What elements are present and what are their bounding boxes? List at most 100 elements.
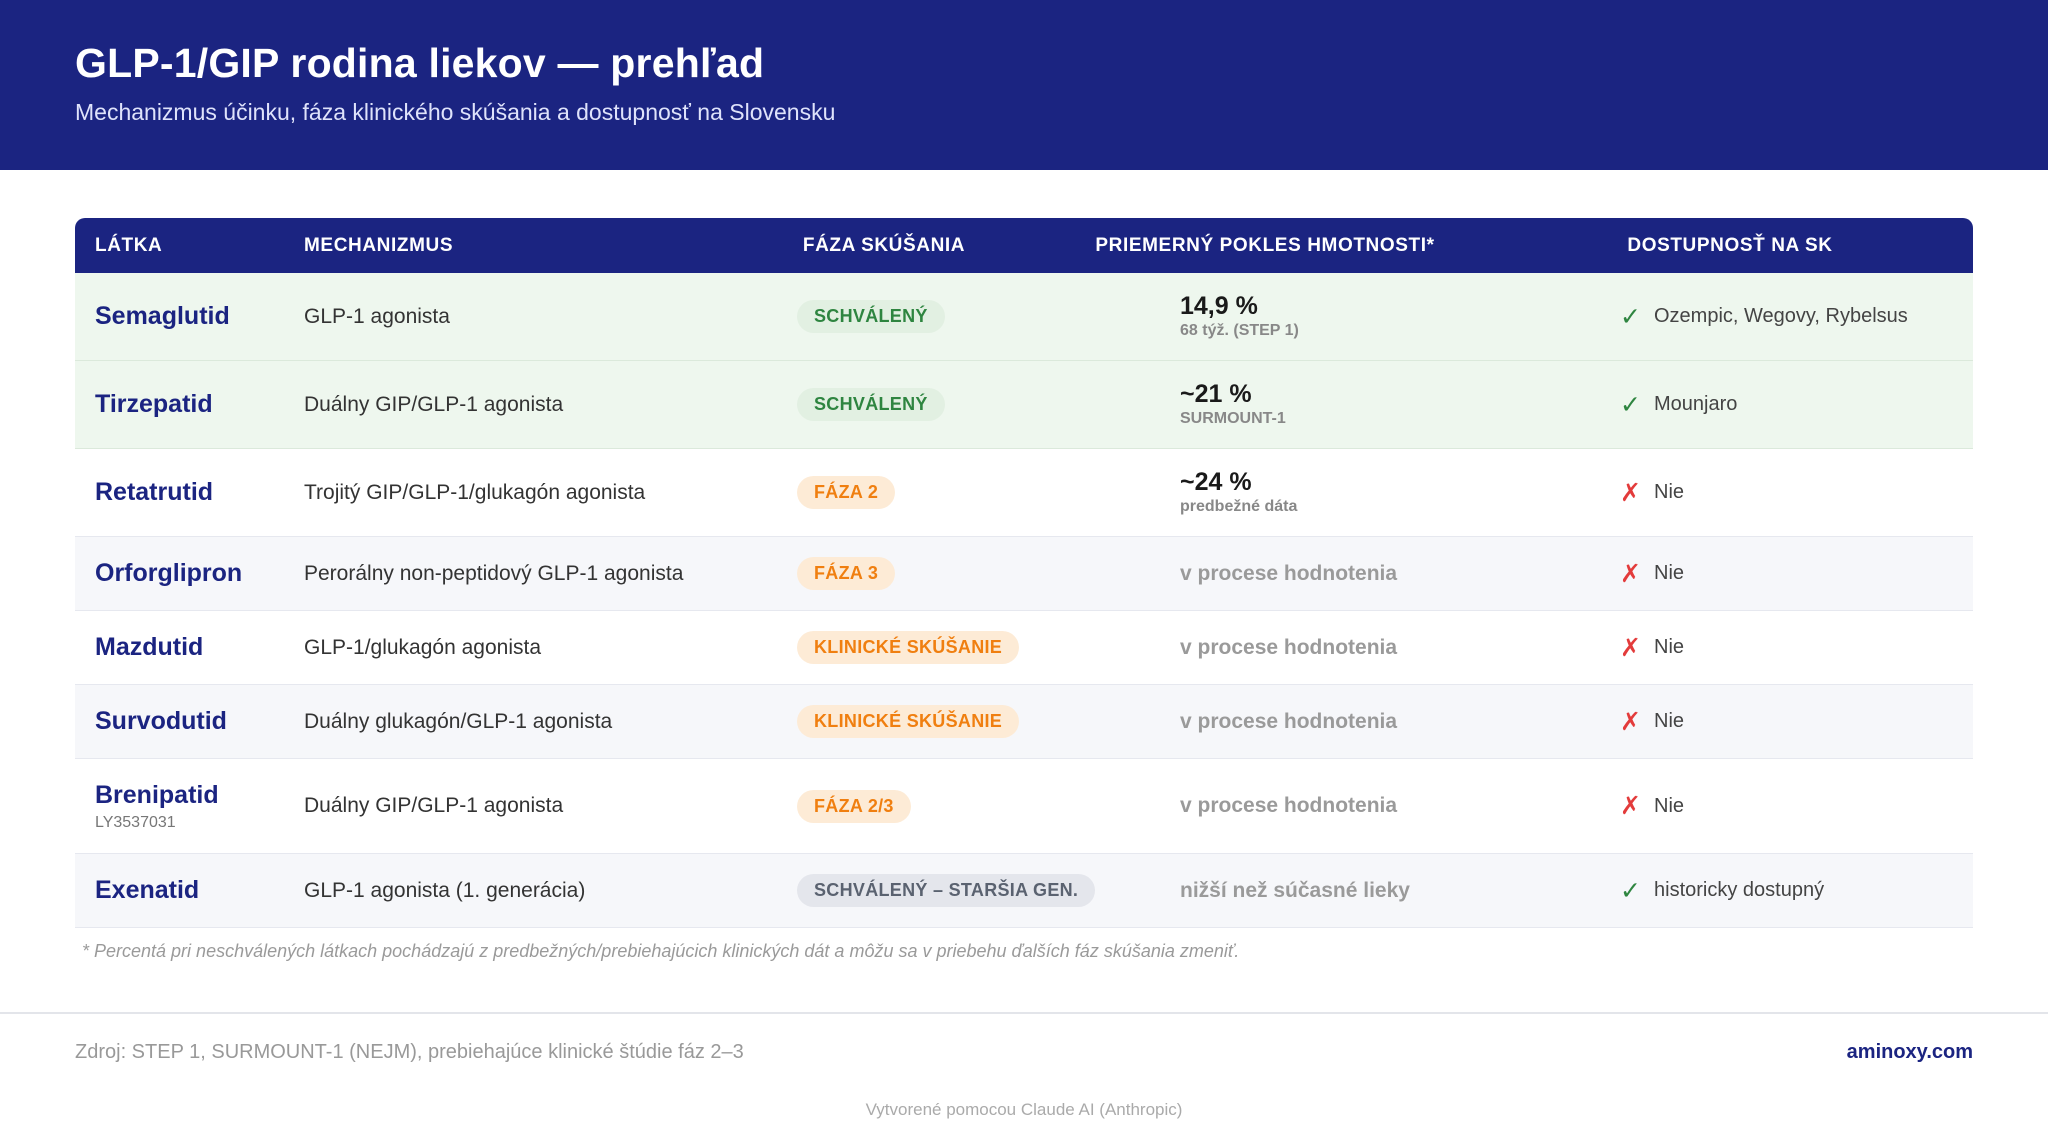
availability-cell: ✓ Ozempic, Wegovy, Rybelsus — [1620, 273, 1908, 360]
phase-badge: KLINICKÉ SKÚŠANIE — [797, 631, 1020, 664]
table-row: Semaglutid GLP-1 agonista SCHVÁLENÝ 14,9 % 6… — [75, 273, 1973, 361]
footer-divider — [0, 1012, 2048, 1014]
phase-badge: KLINICKÉ SKÚŠANIE — [797, 705, 1020, 738]
check-icon: ✓ — [1620, 302, 1641, 331]
cross-icon: ✗ — [1620, 633, 1641, 662]
check-icon: ✓ — [1620, 390, 1641, 419]
weight-loss-status: v procese hodnotenia — [1180, 635, 1398, 659]
substance-name: Survodutid — [95, 707, 227, 735]
substance-cell: Brenipatid LY3537031 — [95, 759, 219, 853]
footnote: * Percentá pri neschválených látkach poc… — [82, 941, 1240, 961]
phase-cell: FÁZA 3 — [797, 537, 896, 610]
substance-name: Retatrutid — [95, 478, 214, 506]
weight-loss-value: 14,9 % — [1180, 291, 1258, 320]
phase-badge: SCHVÁLENÝ — [797, 300, 945, 333]
mechanism-text: Duálny GIP/GLP-1 agonista — [304, 392, 564, 416]
cross-icon: ✗ — [1620, 707, 1641, 736]
availability-text: Mounjaro — [1654, 393, 1738, 415]
availability-text: historicky dostupný — [1654, 879, 1825, 901]
table-row: Mazdutid GLP-1/glukagón agonista KLINICKÉ … — [75, 611, 1973, 685]
availability-text: Nie — [1654, 710, 1685, 732]
mechanism-cell: Duálny glukagón/GLP-1 agonista — [304, 685, 612, 758]
column-header-mechanism: MECHANIZMUS — [304, 235, 454, 256]
phase-badge: SCHVÁLENÝ – STARŠIA GEN. — [797, 874, 1096, 907]
availability-cell: ✗ Nie — [1620, 685, 1684, 758]
table-row: Exenatid GLP-1 agonista (1. generácia) SCH… — [75, 854, 1973, 928]
column-header-availability: DOSTUPNOSŤ NA SK — [1627, 235, 1833, 256]
weight-loss-cell: v procese hodnotenia — [1180, 685, 1397, 758]
mechanism-text: Duálny GIP/GLP-1 agonista — [304, 794, 564, 817]
weight-loss-cell: ~24 % predbežné dáta — [1180, 449, 1297, 536]
substance-cell: Survodutid — [95, 685, 227, 758]
mechanism-cell: GLP-1/glukagón agonista — [304, 611, 541, 684]
substance-name: Brenipatid — [95, 780, 219, 809]
availability-cell: ✓ Mounjaro — [1620, 361, 1737, 448]
substance-cell: Retatrutid — [95, 449, 213, 536]
page-subtitle: Mechanizmus účinku, fáza klinického skúš… — [75, 99, 836, 125]
cross-icon: ✗ — [1620, 559, 1641, 588]
availability-text: Nie — [1654, 794, 1685, 817]
phase-cell: SCHVÁLENÝ — [797, 273, 945, 360]
mechanism-cell: GLP-1 agonista — [304, 273, 450, 360]
table-row: Tirzepatid Duálny GIP/GLP-1 agonista SCHVÁ… — [75, 361, 1973, 449]
availability-text: Ozempic, Wegovy, Rybelsus — [1654, 305, 1908, 327]
phase-cell: SCHVÁLENÝ – STARŠIA GEN. — [797, 854, 1096, 927]
table-row: Brenipatid LY3537031 Duálny GIP/GLP-1 agon… — [75, 759, 1973, 854]
cross-icon: ✗ — [1620, 792, 1641, 820]
mechanism-text: GLP-1 agonista (1. generácia) — [304, 878, 586, 902]
table-row: Orforglipron Perorálny non-peptidový GLP-… — [75, 537, 1973, 611]
substance-cell: Exenatid — [95, 854, 199, 927]
substance-cell: Orforglipron — [95, 537, 242, 610]
page-header: GLP-1/GIP rodina liekov — prehľad Mechan… — [0, 0, 2048, 170]
weight-loss-note: SURMOUNT-1 — [1180, 410, 1286, 428]
column-header-substance: LÁTKA — [95, 235, 163, 256]
weight-loss-note: 68 týž. (STEP 1) — [1180, 322, 1299, 340]
availability-cell: ✗ Nie — [1620, 537, 1684, 610]
weight-loss-cell: v procese hodnotenia — [1180, 537, 1397, 610]
weight-loss-status: nižší než súčasné lieky — [1180, 878, 1410, 902]
mechanism-cell: Duálny GIP/GLP-1 agonista — [304, 759, 563, 853]
weight-loss-status: v procese hodnotenia — [1180, 709, 1398, 733]
availability-cell: ✗ Nie — [1620, 611, 1684, 684]
availability-cell: ✗ Nie — [1620, 759, 1684, 853]
table-body: Semaglutid GLP-1 agonista SCHVÁLENÝ 14,9 % 6… — [75, 273, 1973, 928]
weight-loss-cell: 14,9 % 68 týž. (STEP 1) — [1180, 273, 1299, 360]
table-row: Retatrutid Trojitý GIP/GLP-1/glukagón ago… — [75, 449, 1973, 537]
mechanism-text: GLP-1 agonista — [304, 304, 450, 328]
phase-badge: SCHVÁLENÝ — [797, 388, 945, 421]
phase-badge: FÁZA 3 — [797, 557, 896, 590]
phase-cell: FÁZA 2 — [797, 449, 896, 536]
availability-cell: ✗ Nie — [1620, 449, 1684, 536]
weight-loss-cell: v procese hodnotenia — [1180, 611, 1397, 684]
weight-loss-status: v procese hodnotenia — [1180, 561, 1398, 585]
substance-name: Mazdutid — [95, 633, 204, 661]
weight-loss-value: ~21 % — [1180, 379, 1252, 408]
cross-icon: ✗ — [1620, 478, 1641, 507]
availability-text: Nie — [1654, 481, 1685, 503]
availability-text: Nie — [1654, 636, 1685, 658]
weight-loss-cell: v procese hodnotenia — [1180, 759, 1397, 853]
substance-name: Orforglipron — [95, 559, 243, 587]
mechanism-text: Perorálny non-peptidový GLP-1 agonista — [304, 561, 684, 585]
weight-loss-cell: nižší než súčasné lieky — [1180, 854, 1410, 927]
availability-cell: ✓ historicky dostupný — [1620, 854, 1824, 927]
mechanism-cell: GLP-1 agonista (1. generácia) — [304, 854, 585, 927]
mechanism-cell: Trojitý GIP/GLP-1/glukagón agonista — [304, 449, 645, 536]
mechanism-cell: Duálny GIP/GLP-1 agonista — [304, 361, 563, 448]
mechanism-cell: Perorálny non-peptidový GLP-1 agonista — [304, 537, 683, 610]
phase-cell: SCHVÁLENÝ — [797, 361, 945, 448]
check-icon: ✓ — [1620, 876, 1641, 905]
site-link[interactable]: aminoxy.com — [1847, 1041, 1973, 1064]
substance-name: Exenatid — [95, 876, 200, 904]
substance-code: LY3537031 — [95, 813, 176, 831]
substance-cell: Tirzepatid — [95, 361, 213, 448]
phase-badge: FÁZA 2 — [797, 476, 896, 509]
substance-cell: Semaglutid — [95, 273, 230, 360]
column-header-phase: FÁZA SKÚŠANIA — [802, 235, 966, 256]
availability-text: Nie — [1654, 562, 1685, 584]
phase-cell: KLINICKÉ SKÚŠANIE — [797, 685, 1020, 758]
substance-name: Semaglutid — [95, 302, 230, 330]
phase-cell: KLINICKÉ SKÚŠANIE — [797, 611, 1020, 684]
weight-loss-note: predbežné dáta — [1180, 498, 1298, 516]
credit-note: Vytvorené pomocou Claude AI (Anthropic) — [865, 1100, 1183, 1119]
